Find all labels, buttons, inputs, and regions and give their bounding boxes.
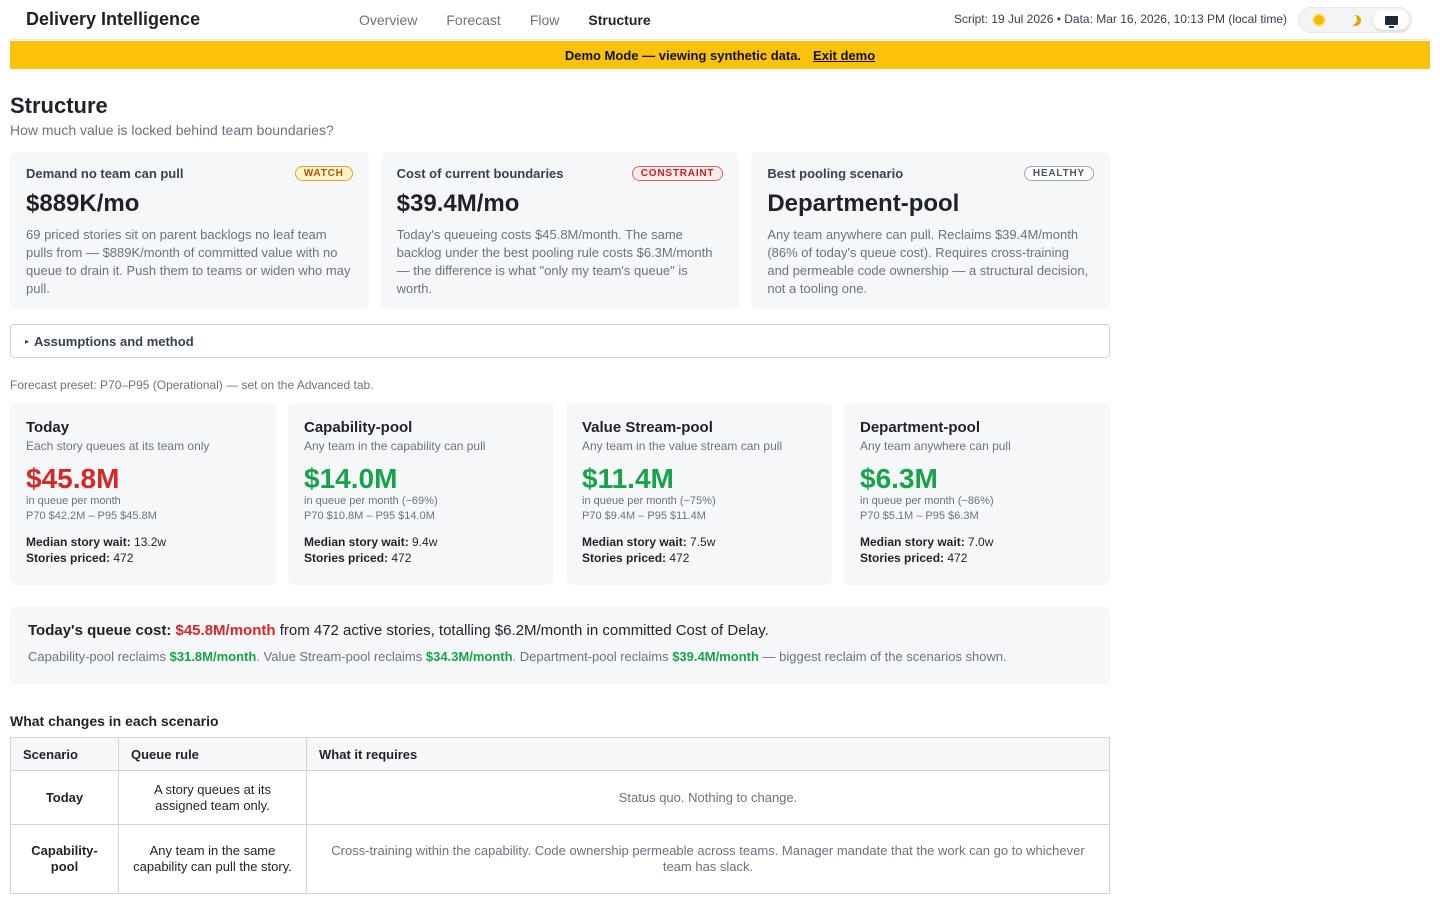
nav-overview[interactable]: Overview <box>359 0 417 40</box>
status-badge: WATCH <box>294 166 353 181</box>
status-badge: CONSTRAINT <box>631 166 724 181</box>
summary-card-text: 69 priced stories sit on parent backlogs… <box>26 227 351 296</box>
scenario-subtitle: Each story queues at its team only <box>26 439 210 453</box>
nav-structure[interactable]: Structure <box>588 0 650 40</box>
scenario-per-month: in queue per month (−69%) <box>304 495 438 507</box>
requires-cell: Cross-training within the capability. Co… <box>306 824 1110 894</box>
caret-right-icon: ▸ <box>25 336 30 346</box>
scenario-per-month: in queue per month (−86%) <box>860 495 994 507</box>
stories-priced-stat: Stories priced: 472 <box>26 551 134 565</box>
main-nav: Overview Forecast Flow Structure <box>359 0 680 40</box>
table-header-row: Scenario Queue rule What it requires <box>10 737 1110 771</box>
demo-banner: Demo Mode — viewing synthetic data. Exit… <box>10 41 1430 69</box>
scenario-title: Capability-pool <box>304 419 413 436</box>
scenario-title: Today <box>26 419 70 436</box>
monitor-icon <box>1384 15 1398 28</box>
queue-rule-cell: Any team in the same capability can pull… <box>118 824 307 894</box>
nav-flow[interactable]: Flow <box>530 0 560 40</box>
column-header-queue-rule: Queue rule <box>118 737 307 771</box>
scenario-title: Department-pool <box>860 419 980 436</box>
queue-rule-cell: A story queues at its assigned team only… <box>118 770 307 825</box>
app-title: Delivery Intelligence <box>26 9 201 29</box>
summary-card-value: Department-pool <box>767 190 960 217</box>
changes-table-title: What changes in each scenario <box>10 713 219 729</box>
column-header-scenario: Scenario <box>10 737 119 771</box>
scenario-card-capability-pool: Capability-pool Any team in the capabili… <box>288 403 554 585</box>
summary-cards: Demand no team can pull WATCH $889K/mo 6… <box>10 152 1111 309</box>
changes-table: Scenario Queue rule What it requires Tod… <box>10 737 1110 894</box>
summary-card-text: Any team anywhere can pull. Reclaims $39… <box>767 227 1089 296</box>
scenario-cell: Capability-pool <box>10 824 119 894</box>
moon-icon <box>1350 15 1361 26</box>
status-badge: HEALTHY <box>1023 166 1095 181</box>
scenario-title: Value Stream-pool <box>582 419 713 436</box>
summary-card-value: $39.4M/mo <box>396 190 520 217</box>
scenario-per-month: in queue per month (−75%) <box>582 495 716 507</box>
column-header-requires: What it requires <box>306 737 1110 771</box>
light-theme-button[interactable] <box>1301 10 1337 30</box>
scenario-value: $6.3M <box>860 463 938 494</box>
summary-card-demand: Demand no team can pull WATCH $889K/mo 6… <box>10 152 369 309</box>
scenario-subtitle: Any team in the capability can pull <box>304 439 486 453</box>
system-theme-button[interactable] <box>1373 10 1409 30</box>
demo-banner-text: Demo Mode — viewing synthetic data. <box>564 47 802 63</box>
summary-card-value: $889K/mo <box>26 190 140 217</box>
scenario-card-value-stream-pool: Value Stream-pool Any team in the value … <box>566 403 832 585</box>
scenario-cards: Today Each story queues at its team only… <box>10 403 1110 585</box>
scenario-range: P70 $5.1M – P95 $6.3M <box>860 510 979 522</box>
summary-card-boundaries: Cost of current boundaries CONSTRAINT $3… <box>380 152 740 309</box>
scenario-value: $45.8M <box>26 463 120 494</box>
stories-priced-stat: Stories priced: 472 <box>304 551 412 565</box>
median-wait-stat: Median story wait: 7.0w <box>860 535 994 549</box>
data-timestamp: Script: 19 Jul 2026 • Data: Mar 16, 2026… <box>953 12 1287 26</box>
scenario-value: $11.4M <box>582 463 674 494</box>
table-row: Capability-pool Any team in the same cap… <box>10 824 1110 894</box>
scenario-card-today: Today Each story queues at its team only… <box>10 403 276 585</box>
reclaim-summary: Capability-pool reclaims $31.8M/month. V… <box>28 649 1007 664</box>
median-wait-stat: Median story wait: 13.2w <box>26 535 167 549</box>
stories-priced-stat: Stories priced: 472 <box>582 551 690 565</box>
exit-demo-link[interactable]: Exit demo <box>813 48 875 63</box>
scenario-range: P70 $9.4M – P95 $11.4M <box>582 510 706 522</box>
scenario-subtitle: Any team in the value stream can pull <box>582 439 783 453</box>
page-title: Structure <box>10 93 108 118</box>
queue-cost-headline: Today's queue cost: $45.8M/month from 47… <box>28 622 769 639</box>
scenario-cell: Today <box>10 770 119 825</box>
theme-toggle <box>1298 7 1412 33</box>
dark-theme-button[interactable] <box>1337 10 1373 30</box>
scenario-per-month: in queue per month <box>26 495 121 507</box>
summary-card-text: Today's queueing costs $45.8M/month. The… <box>396 227 713 296</box>
median-wait-stat: Median story wait: 9.4w <box>304 535 438 549</box>
top-bar: Delivery Intelligence Overview Forecast … <box>10 0 1430 40</box>
scenario-value: $14.0M <box>304 463 398 494</box>
scenario-range: P70 $10.8M – P95 $14.0M <box>304 510 435 522</box>
scenario-range: P70 $42.2M – P95 $45.8M <box>26 510 157 522</box>
assumptions-toggle[interactable]: ▸ Assumptions and method <box>10 324 1110 358</box>
stories-priced-stat: Stories priced: 472 <box>860 551 968 565</box>
sun-icon <box>1314 15 1324 25</box>
table-row: Today A story queues at its assigned tea… <box>10 770 1110 825</box>
scenario-subtitle: Any team anywhere can pull <box>860 439 1011 453</box>
nav-forecast[interactable]: Forecast <box>446 0 500 40</box>
median-wait-stat: Median story wait: 7.5w <box>582 535 716 549</box>
assumptions-label: Assumptions and method <box>34 333 194 349</box>
requires-cell: Status quo. Nothing to change. <box>306 770 1110 825</box>
queue-cost-panel: Today's queue cost: $45.8M/month from 47… <box>10 606 1110 684</box>
forecast-preset-note: Forecast preset: P70–P95 (Operational) —… <box>10 378 374 392</box>
summary-card-best-pooling: Best pooling scenario HEALTHY Department… <box>751 152 1111 309</box>
page-subtitle: How much value is locked behind team bou… <box>10 122 334 138</box>
scenario-card-department-pool: Department-pool Any team anywhere can pu… <box>844 403 1110 585</box>
